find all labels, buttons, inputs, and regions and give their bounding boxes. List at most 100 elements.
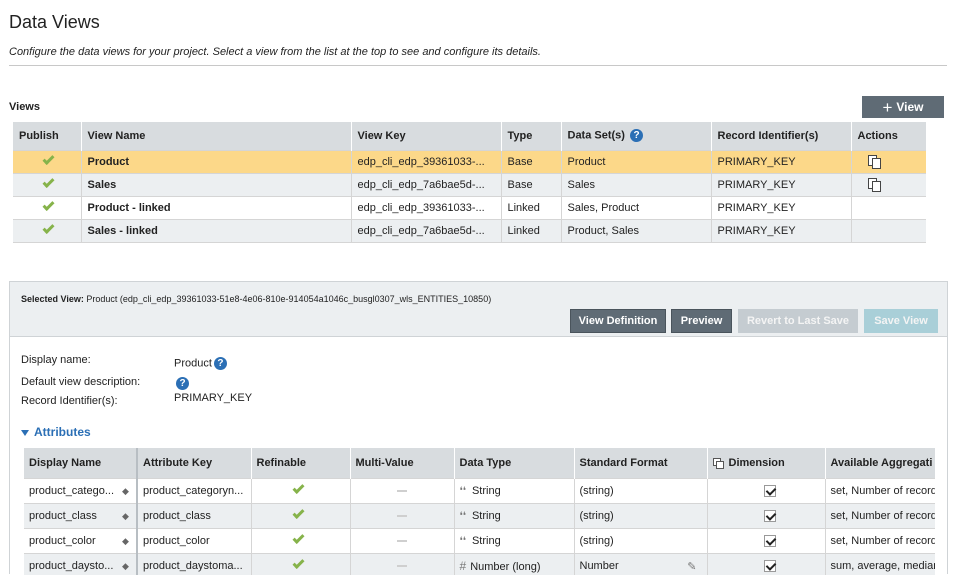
views-section-label: Views [9,101,40,113]
string-icon: ❛❛ [459,535,466,547]
attr-display-name-cell: product_daysto... ◆ [24,553,138,575]
help-icon[interactable]: ? [176,377,189,390]
attr-key: product_categoryn... [136,478,251,503]
attr-format-cell: Number ✎ [573,553,707,575]
pin-icon[interactable]: ◆ [122,511,130,520]
pin-icon[interactable]: ◆ [122,561,130,570]
attr-multi-value [349,478,454,503]
attributes-grid: Display Name Attribute Key Refinable Mul… [24,448,935,575]
attribute-row[interactable]: product_catego... ◆ product_categoryn... … [24,478,935,503]
selected-view-info: Selected View: Product (edp_cli_edp_3936… [21,294,491,304]
publish-cell[interactable] [13,196,81,219]
col-display-name[interactable]: Display Name [24,448,138,478]
attr-refinable[interactable] [250,503,350,528]
attr-key: product_color [136,528,251,553]
attr-display-name: product_catego... [29,484,115,497]
col-datasets[interactable]: Data Set(s) ? [560,122,711,150]
col-refinable[interactable]: Refinable [250,448,350,478]
selected-view-header: Selected View: Product (edp_cli_edp_3936… [10,282,947,337]
actions-cell [850,219,926,242]
dimension-checkbox[interactable] [763,484,776,497]
dimension-checkbox[interactable] [763,509,776,522]
attr-dimension[interactable] [706,503,825,528]
view-type: Linked [500,196,561,219]
check-icon [42,175,55,188]
actions-cell [850,173,926,196]
dimension-checkbox[interactable] [763,534,776,547]
description-label: Default view description: [21,376,141,388]
copy-icon[interactable] [867,177,882,192]
view-row[interactable]: Product edp_cli_edp_39361033-... Base Pr… [13,150,926,173]
view-datasets: Sales [560,173,711,196]
attr-data-type: String [471,484,501,497]
check-icon [291,556,305,569]
publish-cell[interactable] [13,173,81,196]
attr-refinable[interactable] [250,553,350,575]
attr-data-type: String [471,534,501,547]
attr-dimension[interactable] [706,553,825,575]
copy-icon[interactable] [867,154,882,169]
attr-format: (string) [573,528,707,553]
attr-data-type: String [471,509,501,522]
col-type[interactable]: Type [500,122,561,150]
attr-format: Number [579,559,619,572]
actions-cell [850,150,926,173]
col-view-key[interactable]: View Key [350,122,501,150]
attr-data-type-cell: ❛❛ String [453,478,574,503]
attr-format: (string) [573,503,707,528]
dimension-checkbox[interactable] [763,559,776,572]
attribute-row[interactable]: product_class ◆ product_class ❛❛ String (s… [24,503,935,528]
record-id-value: PRIMARY_KEY [174,392,253,404]
col-publish[interactable]: Publish [13,122,81,150]
revert-button[interactable]: Revert to Last Save [738,309,858,333]
attribute-row[interactable]: product_color ◆ product_color ❛❛ String (s… [24,528,935,553]
attr-multi-value [349,528,454,553]
pin-icon[interactable]: ◆ [122,536,130,545]
plus-icon: + [882,97,893,117]
preview-button[interactable]: Preview [671,309,732,333]
view-type: Linked [500,219,561,242]
view-row[interactable]: Sales - linked edp_cli_edp_7a6bae5d-... … [13,219,926,242]
publish-cell[interactable] [13,150,81,173]
save-view-button[interactable]: Save View [864,309,938,333]
divider [9,65,947,66]
col-actions: Actions [850,122,926,150]
pin-icon[interactable]: ◆ [122,486,130,495]
attr-refinable[interactable] [250,478,350,503]
col-attribute-key[interactable]: Attribute Key [136,448,251,478]
pencil-icon[interactable]: ✎ [687,560,696,573]
attr-key: product_class [136,503,251,528]
attr-display-name-cell: product_catego... ◆ [24,478,138,503]
selected-view-panel: Selected View: Product (edp_cli_edp_3936… [9,281,948,575]
col-aggregations[interactable]: Available Aggregati [824,448,935,478]
attr-key: product_daystoma... [136,553,251,575]
col-data-type[interactable]: Data Type [453,448,574,478]
string-icon: ❛❛ [459,485,466,497]
view-name: Product [80,150,351,173]
view-row[interactable]: Product - linked edp_cli_edp_39361033-..… [13,196,926,219]
col-record-id[interactable]: Record Identifier(s) [710,122,851,150]
display-name-value[interactable]: Product [174,357,212,369]
description-value-wrap: ? [174,377,189,390]
help-icon[interactable]: ? [213,357,227,370]
help-icon[interactable]: ? [630,129,644,143]
attr-data-type: Number (long) [470,560,541,573]
view-key: edp_cli_edp_39361033-... [350,150,501,173]
publish-cell[interactable] [13,219,81,242]
attributes-label: Attributes [34,425,91,439]
number-icon: # [459,558,467,573]
attr-dimension[interactable] [706,528,825,553]
col-view-name[interactable]: View Name [80,122,351,150]
attribute-row[interactable]: product_daysto... ◆ product_daystoma... #… [24,553,935,575]
view-definition-button[interactable]: View Definition [570,309,666,333]
col-multi-value[interactable]: Multi-Value [349,448,454,478]
view-row[interactable]: Sales edp_cli_edp_7a6bae5d-... Base Sale… [13,173,926,196]
col-dimension[interactable]: Dimension [706,448,825,478]
attr-dimension[interactable] [706,478,825,503]
collapse-triangle-icon [21,429,29,436]
dash-icon [396,564,407,567]
col-standard-format[interactable]: Standard Format [573,448,707,478]
attr-refinable[interactable] [250,528,350,553]
add-view-button[interactable]: + View [862,96,944,118]
attributes-toggle[interactable]: Attributes [21,425,91,439]
